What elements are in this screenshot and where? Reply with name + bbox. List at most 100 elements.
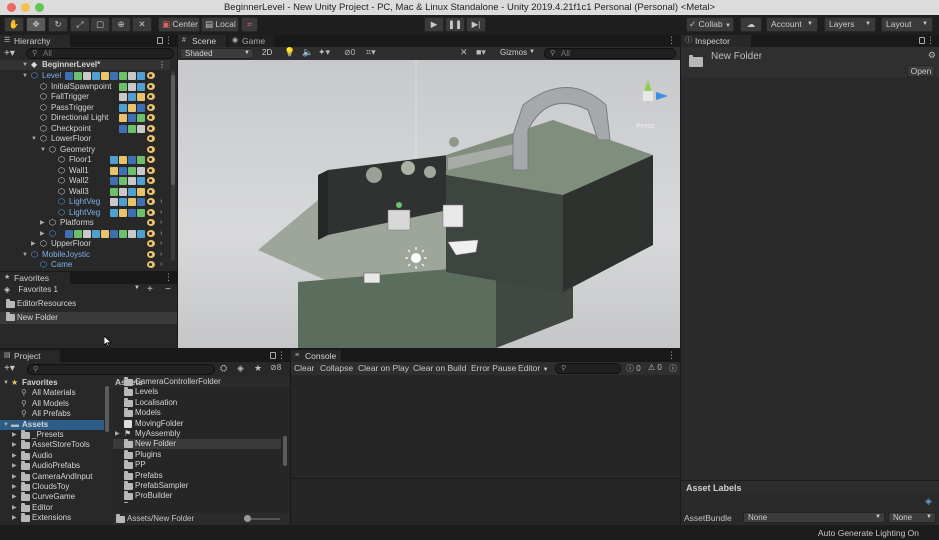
favorites-header[interactable]: ▼ ★ Favorites [0,378,104,388]
gizmos-dropdown[interactable]: Gizmos ▼ [496,48,538,59]
console-clear-on-play-button[interactable]: Clear on Play [358,362,409,374]
visibility-eye-icon[interactable] [147,124,155,132]
camera-settings-icon[interactable]: ■▾ [476,47,486,58]
search-by-label-icon[interactable]: ◈ [237,363,244,374]
asset-list-item[interactable]: Levels [113,387,281,397]
asset-list-item[interactable]: ProBuilder Data [113,501,281,503]
hierarchy-item[interactable]: ▶ ⬡ Platforms › [0,218,170,228]
lock-icon[interactable] [157,37,163,44]
rotate-tool-button[interactable]: ↻ [48,17,68,32]
hierarchy-item[interactable]: ▼ ⬡ MobileJoystic › [0,250,170,260]
hierarchy-item[interactable]: ⬡ Floor1 [0,155,170,165]
favorite-item[interactable]: EditorResources [0,299,177,309]
favorites-search-item[interactable]: ⚲ All Prefabs [0,409,104,419]
asset-folder-item[interactable]: ▶ _Presets [0,430,104,440]
asset-list-item[interactable]: Prefabs [113,470,281,481]
chevron-right-icon[interactable]: ▶ [12,492,17,502]
hierarchy-item[interactable]: ⬡ Wall2 [0,176,170,186]
collab-dropdown[interactable]: ✓ Collab ▼ [686,17,734,32]
visibility-eye-icon[interactable] [147,72,155,79]
visibility-eye-icon[interactable] [147,114,155,121]
favorite-item[interactable]: New Folder [0,312,177,324]
visibility-eye-icon[interactable] [147,198,155,205]
chevron-right-icon[interactable]: ▶ [12,451,17,461]
console-editor-dropdown[interactable]: Editor ▼ [518,362,549,374]
prefab-open-icon[interactable]: › [160,229,162,239]
hidden-packages-icon[interactable]: ⊘8 [270,363,281,372]
hand-tool-button[interactable]: ✋ [4,17,24,32]
label-tag-icon[interactable]: ◈ [925,496,932,507]
hierarchy-item[interactable]: ⬡ LightVeg › [0,197,170,207]
transform-tool-button[interactable]: ⊕ [111,17,131,32]
asset-folder-item[interactable]: ▶ AssetStoreTools [0,440,104,450]
shading-mode-dropdown[interactable]: Shaded ▼ [180,48,254,59]
icon-size-slider[interactable] [244,515,280,522]
visibility-eye-icon[interactable] [147,103,155,111]
chevron-right-icon[interactable]: ▶ [31,239,36,249]
visibility-eye-icon[interactable] [147,240,155,247]
rect-tool-button[interactable]: ▢ [90,17,110,32]
settings-gear-icon[interactable]: ⚙ [928,50,936,61]
assets-scrollbar-thumb[interactable] [283,436,287,466]
pivot-mode-button[interactable]: ▣ Center [158,17,200,32]
asset-list-item[interactable]: ProBuilder [113,491,281,501]
scene-root-row[interactable]: ▼ ◆ BeginnerLevel* ⋮ [0,60,170,70]
account-dropdown[interactable]: Account ▼ [766,17,818,32]
spawnpoint-gizmo[interactable] [363,272,381,284]
search-by-type-icon[interactable]: ⛭ [220,363,227,374]
asset-folder-item[interactable]: ▶ CameraAndInput [0,471,104,482]
chevron-right-icon[interactable]: ▶ [12,472,17,482]
audio-toggle-icon[interactable]: 🔈 [302,47,313,58]
asset-list-item[interactable]: Models [113,408,281,418]
panel-menu-icon[interactable]: ⋮ [667,35,676,46]
view-mode-label[interactable]: Persp [636,123,654,130]
favorite-star-icon[interactable]: ★ [254,363,262,374]
asset-folder-item[interactable]: ▶ Extensions [0,513,104,523]
console-search-input[interactable]: ⚲ [555,363,621,374]
asset-folder-item[interactable]: ▶ Editor [0,502,104,513]
chevron-down-icon[interactable]: ▼ [40,145,46,155]
favorites-dropdown[interactable]: ◈ Favorites 1 ▼ [4,285,142,296]
hierarchy-item[interactable]: ▶ ⬡ › [0,229,170,239]
console-clear-on-build-button[interactable]: Clear on Build [413,362,466,374]
panel-menu-icon[interactable]: ⋮ [164,272,173,283]
hierarchy-item[interactable]: ⬡ FallTrigger [0,92,170,102]
console-info-toggle[interactable]: ⓘ 0 [626,363,641,374]
visibility-eye-icon[interactable] [147,208,155,216]
chevron-right-icon[interactable]: ▶ [40,229,45,239]
hierarchy-item[interactable]: ⬡ LightVeg › [0,208,170,218]
pause-button[interactable]: ❚❚ [445,17,465,32]
project-tree-scrollbar[interactable] [105,386,109,432]
visibility-eye-icon[interactable] [147,187,155,195]
step-button[interactable]: ▶| [466,17,486,32]
hidden-objects-icon[interactable]: ⊘0 [344,48,355,57]
toggle-2d-button[interactable]: 2D [262,48,272,57]
prefab-open-icon[interactable]: › [160,197,162,207]
favorites-add-button[interactable]: + [147,284,153,295]
asset-list-item[interactable]: Localisation [113,397,281,408]
open-button[interactable]: Open [907,65,935,77]
minimize-window-button[interactable] [21,3,30,12]
checkpoint-gizmo[interactable] [396,202,402,208]
scene-menu-icon[interactable]: ⋮ [158,60,166,70]
project-create-button[interactable]: +▾ [4,363,15,374]
console-collapse-button[interactable]: Collapse [320,362,353,374]
console-detail-divider[interactable] [291,478,680,479]
chevron-right-icon[interactable]: ▶ [12,440,17,450]
hierarchy-item[interactable]: ⬡ Wall3 [0,187,170,197]
visibility-eye-icon[interactable] [147,82,155,90]
visibility-eye-icon[interactable] [147,166,155,174]
panel-menu-icon[interactable]: ⋮ [164,35,173,46]
hierarchy-item[interactable]: ▼ ⬡ Geometry [0,145,170,155]
panel-menu-icon[interactable]: ⋮ [667,350,676,361]
custom-tool-button[interactable]: ✕ [132,17,152,32]
scene-viewport[interactable]: Persp [178,60,680,348]
layers-dropdown[interactable]: Layers ▼ [824,17,876,32]
cloud-button[interactable]: ☁ [740,17,762,32]
visibility-eye-icon[interactable] [147,261,155,268]
tab-hierarchy[interactable]: ☰ Hierarchy [0,35,70,47]
move-tool-button[interactable]: ✥ [26,17,46,32]
visibility-eye-icon[interactable] [147,250,155,258]
asset-list-item[interactable]: MovingFolder [113,419,281,429]
tab-inspector[interactable]: ⓘ Inspector [681,35,751,47]
